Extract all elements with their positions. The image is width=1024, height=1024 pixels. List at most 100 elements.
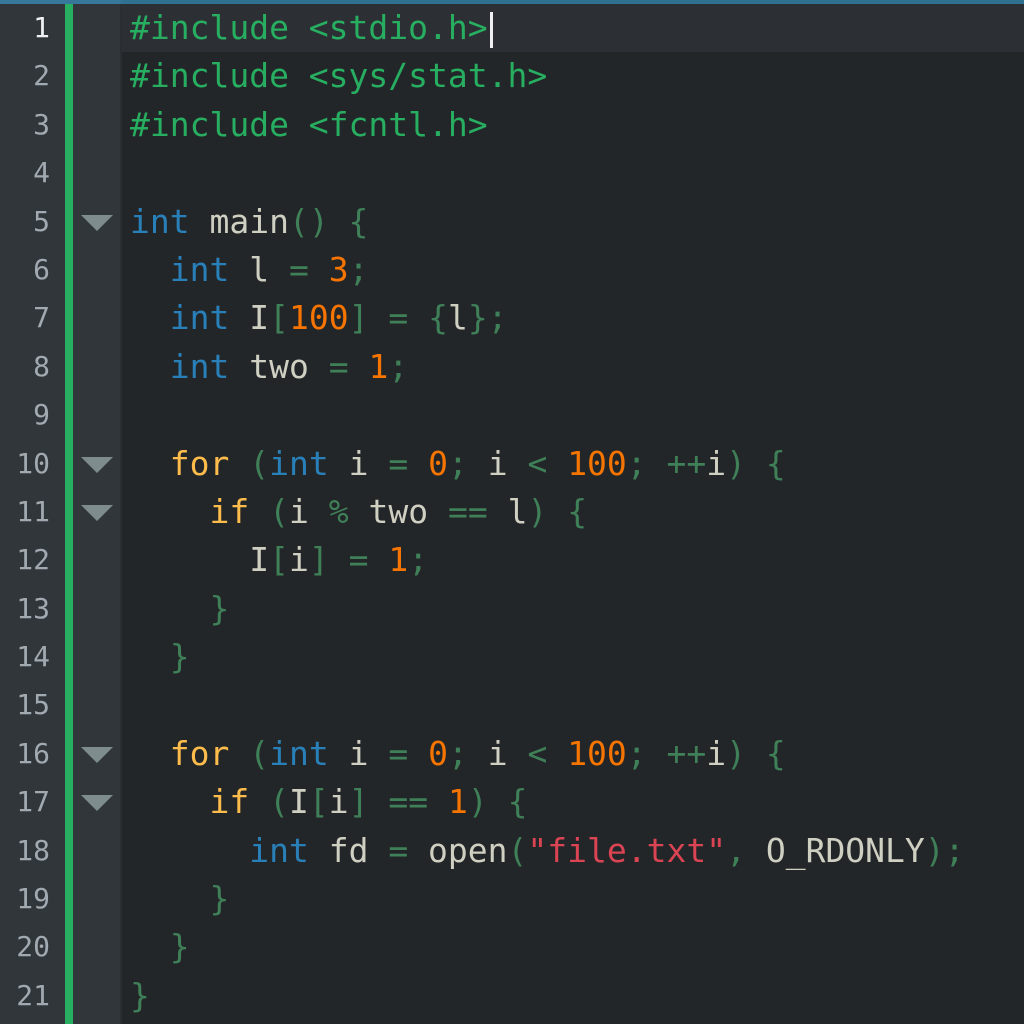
fold-arrow-down-icon[interactable] [81,746,113,763]
fold-cell[interactable] [76,488,120,536]
code-token: two [348,491,448,531]
line-number: 5 [33,204,50,238]
line-number: 14 [16,640,50,674]
code-line[interactable]: } [130,875,1024,923]
code-token: int [169,346,230,386]
code-token: I [130,540,270,580]
code-token: i [467,733,528,773]
line-number: 3 [33,107,50,141]
code-line[interactable] [130,681,1024,729]
fold-cell[interactable] [76,730,120,778]
fold-cell[interactable] [76,198,120,246]
code-line[interactable]: int fd = open("file.txt", O_RDONLY); [130,827,1024,875]
code-text-area[interactable]: #include <stdio.h> #include <sys/stat.h> #… [122,4,1024,1020]
fold-cell [76,294,120,342]
code-line[interactable]: int main() { [130,198,1024,246]
code-token: if [209,782,250,822]
code-token: int [130,201,190,241]
fold-arrow-down-icon[interactable] [81,456,113,473]
line-number: 1 [33,11,50,44]
folding-column [76,4,120,1020]
line-number: 20 [16,930,50,964]
line-number: 19 [16,882,50,916]
code-token: i [706,733,727,773]
code-token: ; [388,346,409,386]
code-line[interactable]: int l = 3; [130,246,1024,294]
code-token: "file.txt" [527,830,727,870]
fold-arrow-down-icon[interactable] [81,795,113,812]
code-token: } [209,588,230,628]
code-token: I [229,298,270,338]
code-line[interactable] [130,149,1024,197]
code-token: 0 [428,733,448,773]
code-line[interactable] [130,391,1024,439]
line-number: 21 [16,978,50,1012]
code-token: < [527,443,548,483]
code-token: i [328,443,389,483]
code-token: O_RDONLY [745,830,925,870]
code-token: () { [288,201,369,241]
code-token: = [288,249,309,289]
line-number: 15 [16,688,50,722]
code-token: open [408,830,508,870]
code-token: i [467,443,528,483]
code-line[interactable]: #include <sys/stat.h> [130,52,1024,100]
code-line[interactable]: } [130,633,1024,681]
code-line[interactable]: I[i] = 1; [130,536,1024,584]
code-line[interactable]: for (int i = 0; i < 100; ++i) { [130,730,1024,778]
code-editor[interactable]: 1 2 3 4 5 6 7 8 9 10 11 12 13 14 15 16 17 18 19 20 21 #inclu… [0,0,1024,1024]
code-line[interactable]: if (I[i] == 1) { [130,778,1024,826]
fold-cell [76,681,120,729]
code-token: #include <fcntl.h> [130,104,488,144]
line-number: 10 [16,446,50,480]
code-token: ] = [308,540,369,580]
code-token: ( [249,443,270,483]
code-token: }; [467,298,508,338]
code-line[interactable]: for (int i = 0; i < 100; ++i) { [130,440,1024,488]
code-token: i [706,443,727,483]
gutter-separator [120,0,122,1024]
code-line[interactable]: } [130,585,1024,633]
code-token: , [726,830,746,870]
fold-cell [76,827,120,875]
code-token: 100 [567,443,627,483]
code-token: ; [447,443,468,483]
line-number: 12 [16,543,50,577]
fold-cell[interactable] [76,440,120,488]
code-token: [ [269,540,289,580]
code-token: 1 [447,782,468,822]
code-line[interactable]: if (i % two == l) { [130,488,1024,536]
line-number: 13 [16,591,50,625]
fold-arrow-down-icon[interactable] [81,214,113,231]
code-line[interactable]: #include <stdio.h> [122,4,1024,53]
fold-cell[interactable] [76,778,120,826]
code-token: } [169,927,190,967]
code-line[interactable]: } [130,972,1024,1020]
code-token: ( [507,830,528,870]
fold-arrow-down-icon[interactable] [81,504,113,521]
code-line[interactable]: #include <fcntl.h> [130,101,1024,149]
code-line[interactable]: } [130,923,1024,971]
code-line[interactable]: int two = 1; [130,343,1024,391]
line-number: 16 [16,736,50,770]
code-line[interactable]: int I[100] = {l}; [130,294,1024,342]
code-token: ; ++ [626,733,707,773]
fold-cell [76,633,120,681]
fold-cell [76,972,120,1020]
line-number: 4 [33,156,50,190]
code-token: ; ++ [626,443,707,483]
